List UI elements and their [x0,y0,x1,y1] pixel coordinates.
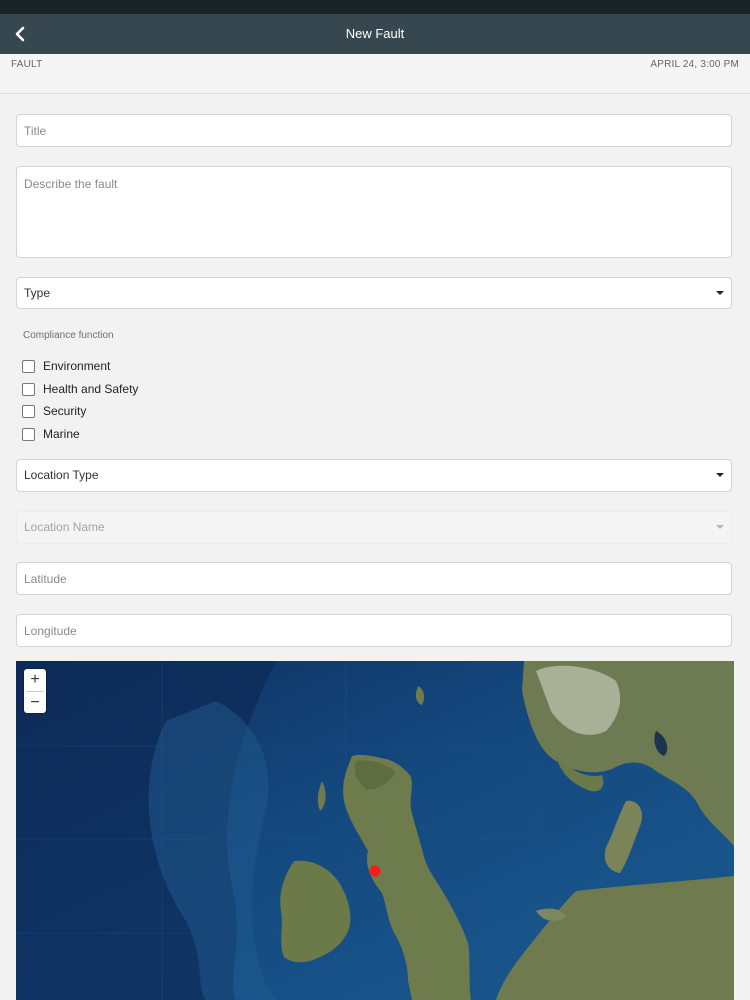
title-input[interactable] [17,115,731,146]
compliance-option-security[interactable]: Security [22,402,86,420]
checkbox-marine[interactable] [22,427,35,441]
location-map[interactable]: + − [16,661,734,1000]
checkbox-security[interactable] [22,404,35,418]
caret-down-icon [716,525,724,529]
type-select-label: Type [24,286,51,300]
record-datetime: APRIL 24, 3:00 PM [650,59,739,70]
type-select[interactable]: Type [16,277,732,309]
description-field-wrapper [16,166,732,258]
status-bar [0,0,750,14]
compliance-option-health-and-safety[interactable]: Health and Safety [22,380,138,398]
record-category: FAULT [11,59,43,70]
caret-down-icon [716,473,724,477]
title-field-wrapper [16,114,732,147]
description-textarea[interactable] [17,167,731,257]
caret-down-icon [716,291,724,295]
location-type-select[interactable]: Location Type [16,459,732,492]
checkbox-environment[interactable] [22,359,35,373]
compliance-function-label: Compliance function [23,330,114,341]
zoom-in-button[interactable]: + [24,669,46,691]
location-name-select-label: Location Name [24,520,105,534]
checkbox-label-health-and-safety: Health and Safety [43,382,139,396]
checkbox-health-and-safety[interactable] [22,382,35,396]
satellite-map-tiles [16,661,734,1000]
zoom-out-button[interactable]: − [24,692,46,714]
chevron-left-icon [15,26,25,42]
checkbox-label-environment: Environment [43,359,111,373]
latitude-field-wrapper [16,562,732,595]
nav-bar: New Fault [0,14,750,54]
checkbox-label-security: Security [43,404,87,418]
back-button[interactable] [0,14,40,54]
compliance-option-marine[interactable]: Marine [22,425,80,443]
latitude-input[interactable] [17,563,731,594]
subheader: FAULT APRIL 24, 3:00 PM [0,54,750,94]
longitude-input[interactable] [17,615,731,646]
checkbox-label-marine: Marine [43,427,80,441]
location-marker[interactable] [369,865,381,877]
compliance-option-environment[interactable]: Environment [22,357,110,375]
location-type-select-label: Location Type [24,468,99,482]
location-name-select: Location Name [16,511,732,544]
zoom-control: + − [24,669,46,713]
longitude-field-wrapper [16,614,732,647]
page-title: New Fault [345,26,405,41]
